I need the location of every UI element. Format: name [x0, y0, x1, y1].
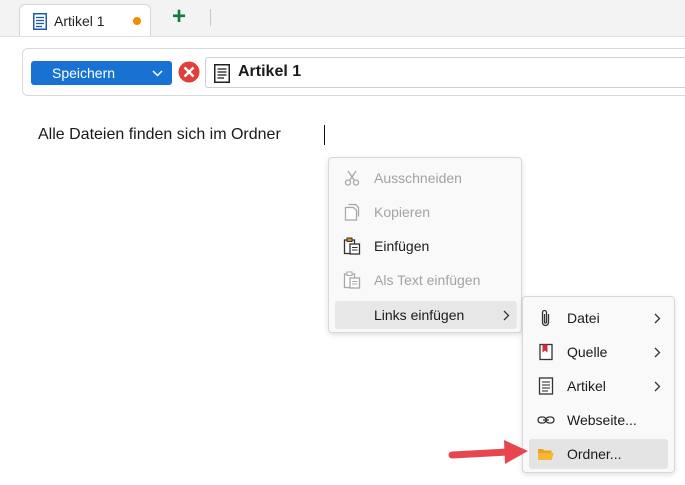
menu-item-label: Links einfügen: [374, 307, 465, 323]
save-button[interactable]: Speichern: [31, 61, 172, 85]
insert-links-submenu: Datei Quelle Artikel Webseite... Ordner.…: [522, 296, 675, 473]
submenu-item-webpage[interactable]: Webseite...: [529, 405, 668, 435]
menu-item-label: Einfügen: [374, 238, 430, 254]
menu-item-paste[interactable]: Einfügen: [335, 232, 517, 260]
menu-item-cut[interactable]: Ausschneiden: [335, 164, 517, 192]
context-menu: Ausschneiden Kopieren Einfügen Als Text …: [328, 157, 522, 333]
menu-item-label: Als Text einfügen: [374, 272, 481, 288]
cancel-icon[interactable]: [178, 61, 200, 83]
tab-artikel-1[interactable]: Artikel 1: [19, 4, 151, 36]
menu-item-label: Kopieren: [374, 204, 431, 220]
submenu-item-label: Quelle: [567, 344, 608, 360]
document-icon: [214, 64, 230, 83]
scissors-icon: [344, 170, 360, 186]
submenu-item-label: Ordner...: [567, 446, 622, 462]
copy-icon: [344, 203, 360, 221]
text-cursor: [324, 125, 325, 145]
save-button-label: Speichern: [52, 65, 116, 81]
tab-bar: Artikel 1 +: [0, 0, 685, 37]
tab-label: Artikel 1: [54, 13, 105, 29]
document-icon: [538, 377, 554, 395]
chevron-right-icon: [503, 310, 510, 321]
submenu-item-folder[interactable]: Ordner...: [529, 439, 668, 469]
chevron-right-icon: [654, 313, 661, 324]
menu-item-label: Ausschneiden: [374, 170, 462, 186]
chevron-down-icon[interactable]: [152, 68, 163, 78]
folder-open-icon: [538, 449, 554, 460]
submenu-item-article[interactable]: Artikel: [529, 371, 668, 401]
chevron-right-icon: [654, 347, 661, 358]
bookmark-icon: [539, 343, 553, 361]
paperclip-icon: [541, 309, 550, 327]
menu-item-insert-links[interactable]: Links einfügen: [335, 301, 517, 329]
menu-item-paste-as-text[interactable]: Als Text einfügen: [335, 266, 517, 294]
article-title: Artikel 1: [238, 63, 302, 80]
add-tab-button[interactable]: +: [168, 5, 190, 29]
unsaved-indicator: [133, 17, 141, 25]
menu-item-copy[interactable]: Kopieren: [335, 198, 517, 226]
submenu-item-label: Webseite...: [567, 412, 637, 428]
paste-icon: [343, 237, 361, 255]
chevron-right-icon: [654, 381, 661, 392]
annotation-arrow: [448, 440, 528, 464]
document-icon: [33, 13, 47, 30]
document-text[interactable]: Alle Dateien finden sich im Ordner: [38, 126, 281, 144]
article-title-field[interactable]: Artikel 1: [205, 57, 685, 88]
submenu-item-label: Datei: [567, 310, 600, 326]
tab-divider: [210, 9, 211, 26]
submenu-item-source[interactable]: Quelle: [529, 337, 668, 367]
submenu-item-file[interactable]: Datei: [529, 303, 668, 333]
submenu-item-label: Artikel: [567, 378, 606, 394]
paste-text-icon: [343, 271, 361, 289]
link-icon: [537, 416, 555, 424]
